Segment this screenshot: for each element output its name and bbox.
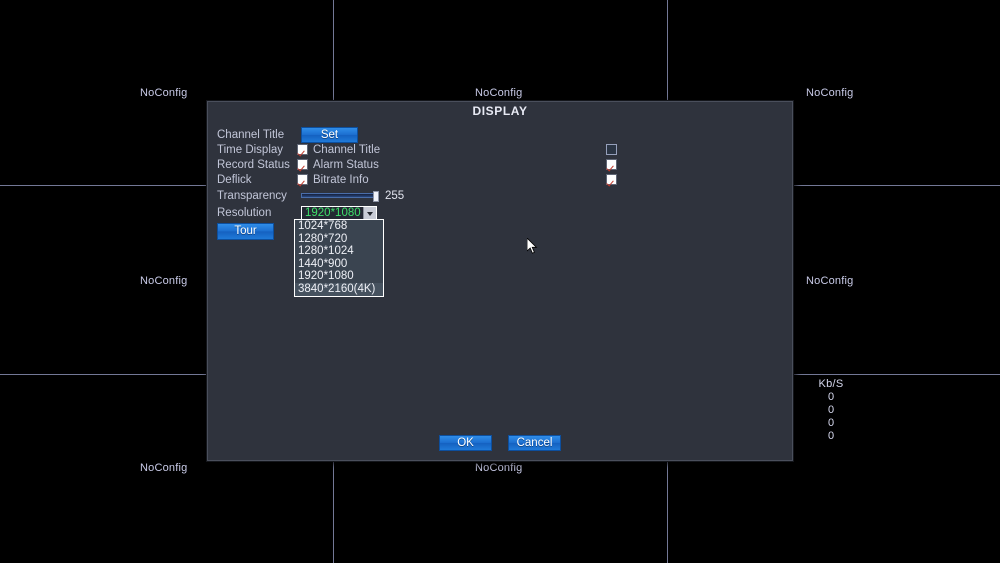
channel-title-set-button[interactable]: Set [301, 126, 358, 143]
transparency-value: 255 [385, 189, 405, 202]
channel-title-overlay-checkbox[interactable] [606, 144, 617, 155]
bitrate-value: 0 [827, 391, 835, 403]
nvr-live-view-screen: NoConfig NoConfig NoConfig NoConfig NoCo… [0, 0, 1000, 563]
row-record-status: Record Status Alarm Status [217, 157, 617, 172]
time-display-checkbox[interactable] [297, 144, 308, 155]
row-channel-title: Channel Title Set [217, 126, 617, 143]
transparency-slider-thumb[interactable] [373, 191, 379, 202]
bitrate-info-checkbox[interactable] [606, 174, 617, 185]
resolution-option[interactable]: 1280*720 [295, 233, 383, 246]
row-tour: Tour [217, 222, 617, 240]
transparency-label: Transparency [217, 189, 287, 202]
row-transparency: Transparency 255 [217, 187, 617, 204]
record-status-group: Alarm Status [297, 159, 383, 171]
bitrate-value: 0 [827, 417, 835, 429]
bitrate-value: 0 [827, 430, 835, 442]
bitrate-info-label: Bitrate Info [313, 173, 369, 186]
deflick-group: Bitrate Info [297, 174, 383, 186]
record-status-checkbox[interactable] [297, 159, 308, 170]
transparency-slider[interactable]: 255 [301, 190, 404, 202]
channel-noconfig-label: NoConfig [140, 87, 188, 99]
channel-noconfig-label: NoConfig [806, 87, 854, 99]
resolution-option[interactable]: 1440*900 [295, 258, 383, 271]
alarm-status-label: Alarm Status [313, 158, 379, 171]
resolution-option[interactable]: 3840*2160(4K) [295, 282, 383, 296]
channel-noconfig-label: NoConfig [475, 87, 523, 99]
channel-title-label: Channel Title [217, 128, 285, 141]
resolution-label: Resolution [217, 207, 272, 219]
chevron-down-icon[interactable] [363, 206, 376, 220]
alarm-status-checkbox[interactable] [606, 159, 617, 170]
row-time-display: Time Display Channel Title [217, 142, 617, 157]
display-settings-form: Channel Title Set Time Display Channel T… [217, 126, 617, 240]
channel-noconfig-label: NoConfig [140, 275, 188, 287]
dialog-title: DISPLAY [472, 104, 528, 118]
channel-noconfig-label: NoConfig [140, 462, 188, 474]
resolution-dropdown-list[interactable]: 1024*768 1280*720 1280*1024 1440*900 192… [294, 219, 384, 297]
deflick-checkbox[interactable] [297, 174, 308, 185]
record-status-label: Record Status [217, 158, 290, 171]
deflick-label: Deflick [217, 173, 252, 186]
resolution-option[interactable]: 1280*1024 [295, 245, 383, 258]
bitrate-overlay: Kb/S 0 0 0 0 [810, 378, 852, 443]
row-deflick: Deflick Bitrate Info [217, 172, 617, 187]
ok-button[interactable]: OK [439, 435, 492, 451]
transparency-slider-track[interactable] [301, 191, 379, 202]
cancel-button[interactable]: Cancel [508, 435, 561, 451]
channel-noconfig-label: NoConfig [806, 275, 854, 287]
bitrate-value: 0 [827, 404, 835, 416]
resolution-option[interactable]: 1920*1080 [295, 270, 383, 283]
row-resolution: Resolution 1920*1080 [217, 204, 617, 222]
resolution-selected-value: 1920*1080 [305, 207, 361, 219]
tour-button[interactable]: Tour [217, 222, 274, 240]
channel-noconfig-label: NoConfig [475, 462, 523, 474]
dialog-footer: OK Cancel [207, 435, 793, 451]
time-display-right-label: Channel Title [313, 143, 381, 156]
time-display-group: Channel Title [297, 144, 383, 156]
bitrate-title: Kb/S [818, 378, 844, 390]
resolution-option[interactable]: 1024*768 [295, 220, 383, 233]
time-display-label: Time Display [217, 143, 284, 156]
